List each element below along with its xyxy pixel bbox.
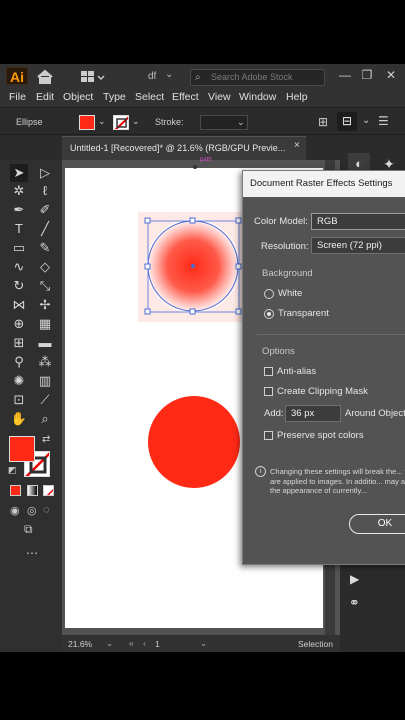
resolution-select[interactable]: Screen (72 ppi) [311,237,405,254]
solid-red-circle[interactable] [148,396,240,488]
color-model-select[interactable]: RGB [311,213,405,230]
raster-effects-dialog: Document Raster Effects Settings Color M… [242,170,405,565]
play-action-icon[interactable]: ▶ [350,572,359,586]
resolution-label: Resolution: [261,241,309,252]
transparent-radio-label: Transparent [278,308,329,319]
anti-alias-label: Anti-alias [277,366,317,377]
dialog-title: Document Raster Effects Settings [243,171,405,197]
white-radio[interactable] [264,289,274,299]
background-header: Background [262,268,313,279]
current-tool-label: Selection [298,639,333,649]
first-artboard-icon[interactable]: « [129,638,134,648]
status-bar: 21.6% ⌄ « ‹ 1 ⌄ Selection [62,635,342,652]
around-object-label: Around Object [345,408,405,419]
zoom-chevron-icon[interactable]: ⌄ [106,638,113,649]
zoom-level[interactable]: 21.6% [68,639,92,649]
center-point [191,264,195,268]
anti-alias-checkbox[interactable] [264,367,273,376]
divider [257,334,405,335]
smart-guide-label: path [200,157,212,163]
preserve-spot-label: Preserve spot colors [277,430,364,441]
transparent-radio[interactable] [264,309,274,319]
options-header: Options [262,346,295,357]
clipping-mask-label: Create Clipping Mask [277,386,368,397]
preserve-spot-checkbox[interactable] [264,431,273,440]
info-icon: i [255,466,266,477]
add-label: Add: [264,408,284,419]
anchor-point [193,165,197,169]
artboard-chevron-icon[interactable]: ⌄ [200,638,207,649]
artboard-number[interactable]: 1 [155,639,160,649]
clipping-mask-checkbox[interactable] [264,387,273,396]
previous-artboard-icon[interactable]: ‹ [143,638,146,648]
ok-button[interactable]: OK [349,514,405,534]
add-padding-input[interactable]: 36 px [285,405,341,422]
links-panel-icon[interactable]: ⚭ [349,595,360,611]
white-radio-label: White [278,288,303,299]
color-model-label: Color Model: [254,216,308,227]
info-text: Changing these settings will break the..… [270,467,405,495]
